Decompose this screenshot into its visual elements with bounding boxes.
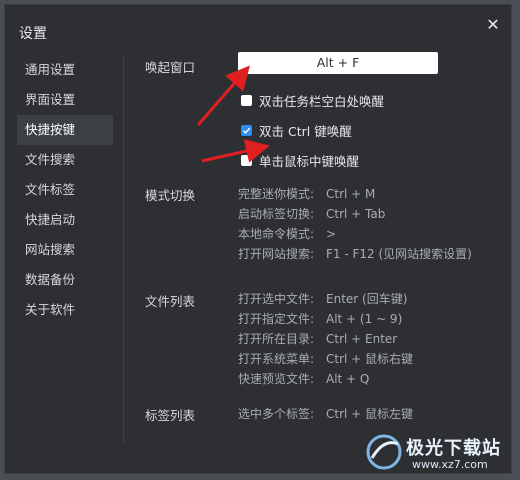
sidebar-item-file-tags[interactable]: 文件标签 <box>17 175 113 205</box>
hotkey-row: 打开选中文件: Enter (回车键) <box>238 292 408 306</box>
tag-list-label: 标签列表 <box>145 408 196 423</box>
checkbox-dblclick-ctrl[interactable] <box>241 124 252 136</box>
option-label: 双击 Ctrl 键唤醒 <box>259 123 352 139</box>
close-icon[interactable]: ✕ <box>485 17 501 33</box>
hotkey-row: 选中多个标签: Ctrl + 鼠标左键 <box>238 407 414 421</box>
hotkey-row: 快速预览文件: Alt + Q <box>238 372 370 386</box>
sidebar-item-general[interactable]: 通用设置 <box>17 55 113 85</box>
file-list-label: 文件列表 <box>145 294 196 309</box>
sidebar-item-hotkeys[interactable]: 快捷按键 <box>17 115 113 145</box>
wake-window-label: 唤起窗口 <box>145 60 196 75</box>
hotkey-row: 打开系统菜单: Ctrl + 鼠标右键 <box>238 352 414 366</box>
sidebar-item-web-search[interactable]: 网站搜索 <box>17 235 113 265</box>
sidebar-item-file-search[interactable]: 文件搜索 <box>17 145 113 175</box>
sidebar-item-backup[interactable]: 数据备份 <box>17 265 113 295</box>
option-middle-click[interactable]: 单击鼠标中键唤醒 <box>241 152 360 169</box>
hotkey-row: 打开所在目录: Ctrl + Enter <box>238 332 398 346</box>
hotkey-row: 打开指定文件: Alt + (1 ~ 9) <box>238 312 403 326</box>
hotkey-row: 本地命令模式: > <box>238 227 337 241</box>
wake-hotkey-input[interactable]: Alt + F <box>238 52 438 74</box>
option-label: 双击任务栏空白处唤醒 <box>259 93 385 109</box>
option-dblclick-ctrl[interactable]: 双击 Ctrl 键唤醒 <box>241 122 352 139</box>
dialog-title: 设置 <box>19 26 47 42</box>
checkbox-middle-click[interactable] <box>241 154 252 166</box>
checkbox-dblclick-taskbar[interactable] <box>241 94 252 106</box>
hotkey-row: 启动标签切换: Ctrl + Tab <box>238 207 386 221</box>
sidebar-item-about[interactable]: 关于软件 <box>17 295 113 325</box>
sidebar: 通用设置 界面设置 快捷按键 文件搜索 文件标签 快捷启动 网站搜索 数据备份 … <box>17 55 113 325</box>
mode-switch-label: 模式切换 <box>145 188 196 203</box>
check-icon <box>242 127 251 134</box>
sidebar-divider <box>123 55 124 443</box>
sidebar-item-quick-launch[interactable]: 快捷启动 <box>17 205 113 235</box>
hotkey-row: 打开网站搜索: F1 - F12 (见网站搜索设置) <box>238 247 472 261</box>
sidebar-item-interface[interactable]: 界面设置 <box>17 85 113 115</box>
hotkey-row: 完整迷你模式: Ctrl + M <box>238 187 376 201</box>
option-dblclick-taskbar[interactable]: 双击任务栏空白处唤醒 <box>241 92 385 109</box>
option-label: 单击鼠标中键唤醒 <box>259 153 360 169</box>
